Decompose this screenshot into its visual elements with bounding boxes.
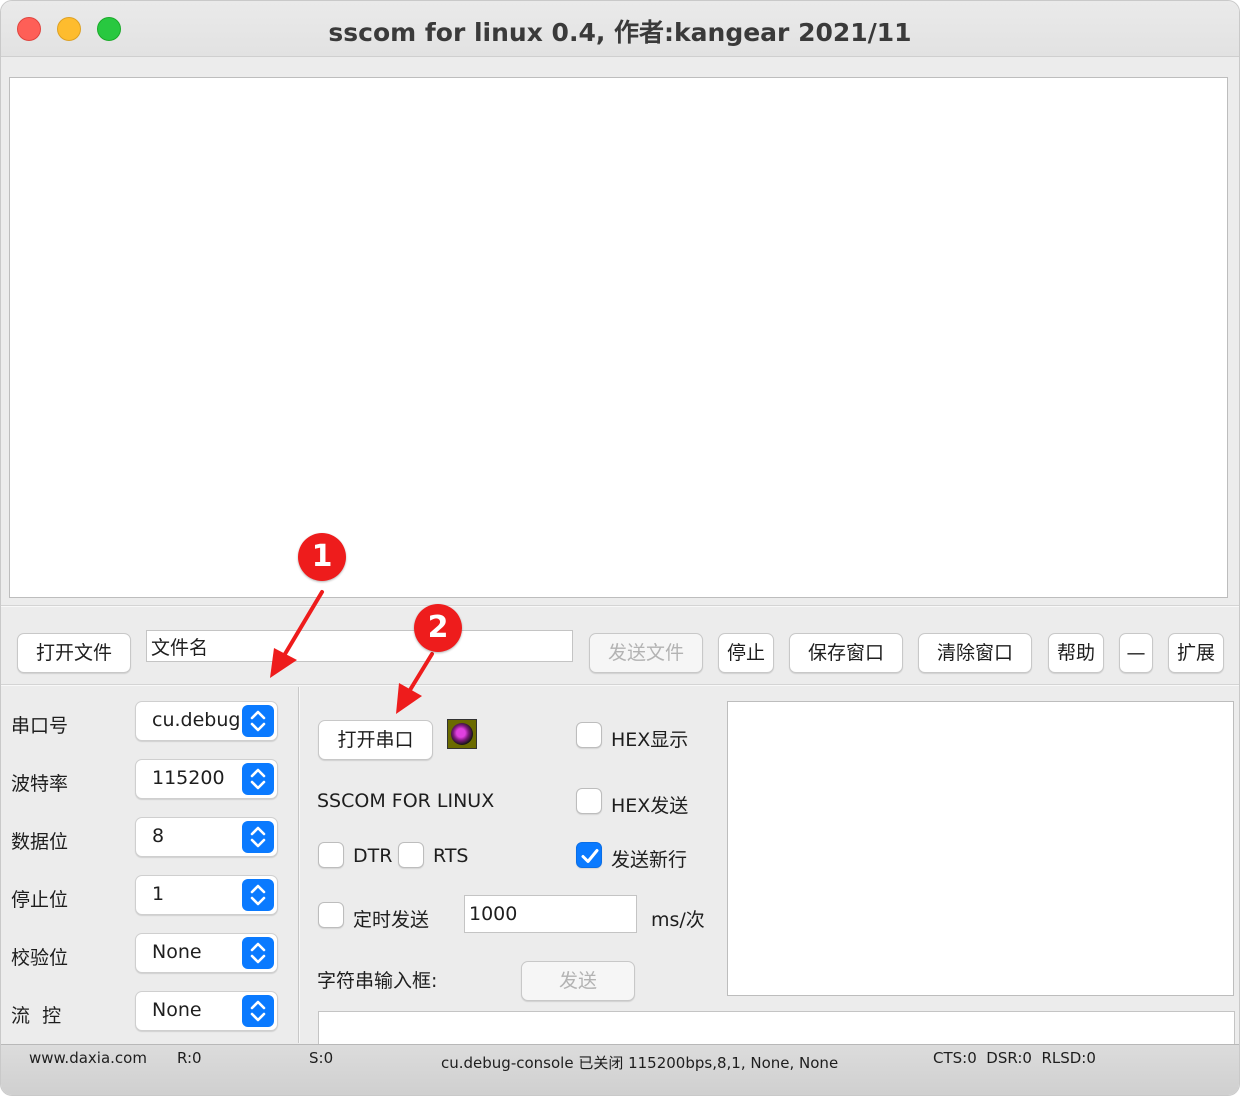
collapse-button[interactable]: — bbox=[1119, 633, 1153, 673]
status-port: cu.debug-console 已关闭 115200bps,8,1, None… bbox=[441, 1054, 839, 1072]
chevron-updown-icon bbox=[242, 879, 274, 911]
checkmark-icon bbox=[581, 849, 599, 863]
string-input-label: 字符串输入框: bbox=[317, 970, 438, 992]
chevron-updown-icon bbox=[242, 937, 274, 969]
status-signals: CTS:0 DSR:0 RLSD:0 bbox=[933, 1049, 1096, 1067]
dtr-label: DTR bbox=[353, 845, 393, 867]
title-bar[interactable]: sscom for linux 0.4, 作者:kangear 2021/11 bbox=[1, 1, 1239, 57]
interval-unit-label: ms/次 bbox=[651, 909, 705, 931]
chevron-updown-icon bbox=[242, 763, 274, 795]
chevron-updown-icon bbox=[242, 995, 274, 1027]
port-value: cu.debug bbox=[152, 709, 241, 731]
databits-value: 8 bbox=[152, 825, 165, 847]
baud-select[interactable]: 115200 bbox=[135, 759, 278, 799]
dtr-checkbox[interactable] bbox=[318, 842, 344, 868]
separator-middle bbox=[1, 684, 1239, 686]
annotation-badge-1: 1 bbox=[298, 533, 346, 581]
hex-send-checkbox[interactable] bbox=[576, 788, 602, 814]
string-input-field[interactable] bbox=[318, 1011, 1235, 1044]
hex-display-checkbox[interactable] bbox=[576, 722, 602, 748]
status-bar: www.daxia.com R:0 S:0 cu.debug-console 已… bbox=[1, 1044, 1239, 1095]
baud-label: 波特率 bbox=[11, 773, 69, 795]
status-site: www.daxia.com bbox=[29, 1049, 147, 1067]
port-status-led-icon bbox=[447, 719, 477, 749]
rts-checkbox[interactable] bbox=[398, 842, 424, 868]
status-received: R:0 bbox=[177, 1049, 202, 1067]
chevron-updown-icon bbox=[242, 821, 274, 853]
annotation-badge-2: 2 bbox=[414, 604, 462, 652]
send-button[interactable]: 发送 bbox=[521, 961, 635, 1001]
parity-label: 校验位 bbox=[11, 947, 69, 969]
app-window: sscom for linux 0.4, 作者:kangear 2021/11 … bbox=[0, 0, 1240, 1096]
parity-value: None bbox=[152, 941, 202, 963]
separator-top bbox=[1, 605, 1239, 607]
baud-value: 115200 bbox=[152, 767, 225, 789]
separator-vertical bbox=[298, 687, 300, 1043]
flow-control-select[interactable]: None bbox=[135, 991, 278, 1031]
databits-label: 数据位 bbox=[11, 831, 69, 853]
databits-select[interactable]: 8 bbox=[135, 817, 278, 857]
stopbits-value: 1 bbox=[152, 883, 165, 905]
send-newline-checkbox[interactable] bbox=[576, 842, 602, 868]
port-label: 串口号 bbox=[11, 715, 69, 737]
brand-label: SSCOM FOR LINUX bbox=[317, 790, 495, 812]
timed-send-checkbox[interactable] bbox=[318, 902, 344, 928]
status-sent: S:0 bbox=[309, 1049, 334, 1067]
port-select[interactable]: cu.debug bbox=[135, 701, 278, 741]
interval-input[interactable] bbox=[464, 895, 637, 933]
send-file-button[interactable]: 发送文件 bbox=[589, 633, 703, 673]
rts-label: RTS bbox=[433, 845, 469, 867]
flow-control-value: None bbox=[152, 999, 202, 1021]
stop-button[interactable]: 停止 bbox=[718, 633, 774, 673]
filename-input[interactable] bbox=[146, 630, 573, 662]
clear-window-button[interactable]: 清除窗口 bbox=[918, 633, 1032, 673]
parity-select[interactable]: None bbox=[135, 933, 278, 973]
expand-button[interactable]: 扩展 bbox=[1168, 633, 1224, 673]
hex-send-label: HEX发送 bbox=[611, 795, 689, 817]
open-port-button[interactable]: 打开串口 bbox=[318, 720, 433, 760]
flow-control-label: 流 控 bbox=[11, 1005, 62, 1027]
hex-display-label: HEX显示 bbox=[611, 729, 689, 751]
window-title: sscom for linux 0.4, 作者:kangear 2021/11 bbox=[328, 18, 912, 47]
send-newline-label: 发送新行 bbox=[611, 849, 688, 871]
quick-send-text-area[interactable] bbox=[727, 701, 1234, 996]
save-window-button[interactable]: 保存窗口 bbox=[789, 633, 903, 673]
open-file-button[interactable]: 打开文件 bbox=[17, 633, 131, 673]
stopbits-label: 停止位 bbox=[11, 889, 69, 911]
chevron-updown-icon bbox=[242, 705, 274, 737]
receive-text-area[interactable] bbox=[9, 77, 1228, 598]
help-button[interactable]: 帮助 bbox=[1048, 633, 1104, 673]
stopbits-select[interactable]: 1 bbox=[135, 875, 278, 915]
timed-send-label: 定时发送 bbox=[353, 909, 430, 931]
